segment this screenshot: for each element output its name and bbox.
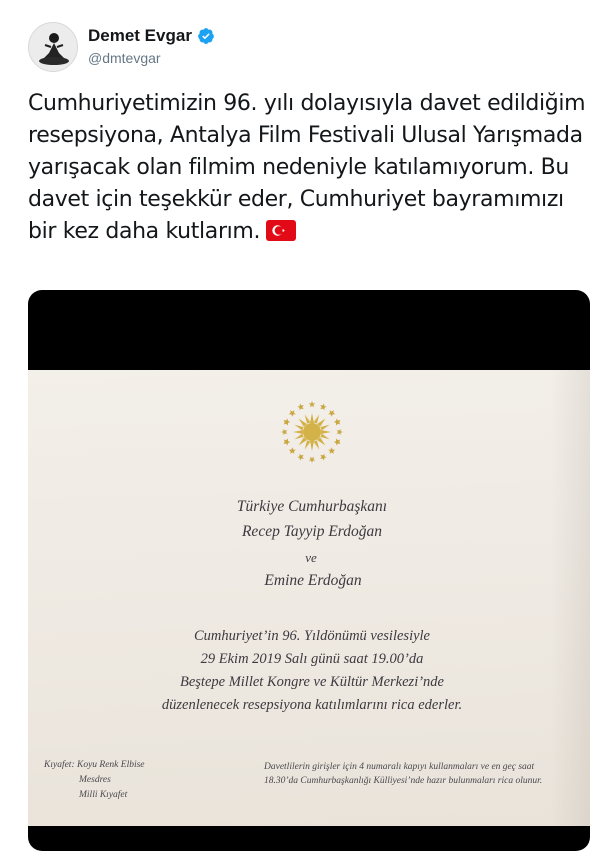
invitation-date-time: 29 Ekim 2019 Salı günü saat 19.00’da — [200, 651, 424, 667]
user-handle[interactable]: @dmtevgar — [88, 50, 215, 66]
tweet-photo[interactable]: Türkiye Cumhurbaşkanı Recep Tayyip Erdoğ… — [28, 290, 590, 851]
display-name[interactable]: Demet Evgar — [88, 26, 192, 46]
invitation-card: Türkiye Cumhurbaşkanı Recep Tayyip Erdoğ… — [28, 370, 590, 826]
dress-code-option: Mesdres — [79, 775, 111, 785]
presidential-sun-emblem-icon — [281, 401, 343, 463]
tweet-text: Cumhuriyetimizin 96. yılı dolayısıyla da… — [28, 88, 588, 248]
invitation-request: düzenlenecek resepsiyona katılımlarını r… — [161, 697, 463, 713]
invitation-venue: Beştepe Millet Kongre ve Kültür Merkezi’… — [179, 674, 444, 690]
tweet-header: Demet Evgar @dmtevgar — [28, 22, 588, 74]
user-info: Demet Evgar @dmtevgar — [88, 26, 215, 66]
avatar[interactable] — [28, 22, 78, 72]
turkey-flag-icon — [266, 219, 297, 241]
invitation-cohost-name: Emine Erdoğan — [264, 572, 362, 589]
verified-badge-icon — [198, 28, 214, 44]
entry-note: Davetlilerin girişler için 4 numaralı ka… — [264, 762, 535, 772]
invitation-conjunction: ve — [305, 550, 317, 565]
dress-code-option: Milli Kıyafet — [79, 790, 128, 800]
tweet-body: Cumhuriyetimizin 96. yılı dolayısıyla da… — [28, 91, 592, 244]
invitation-host-name: Recep Tayyip Erdoğan — [241, 523, 383, 540]
dress-code-label: Kıyafet: Koyu Renk Elbise — [44, 760, 145, 770]
invitation-occasion: Cumhuriyet’in 96. Yıldönümü vesilesiyle — [194, 628, 430, 644]
invitation-host-title: Türkiye Cumhurbaşkanı — [236, 498, 388, 515]
entry-note: 18.30’da Cumhurbaşkanlığı Külliyesi’nde … — [264, 776, 543, 786]
